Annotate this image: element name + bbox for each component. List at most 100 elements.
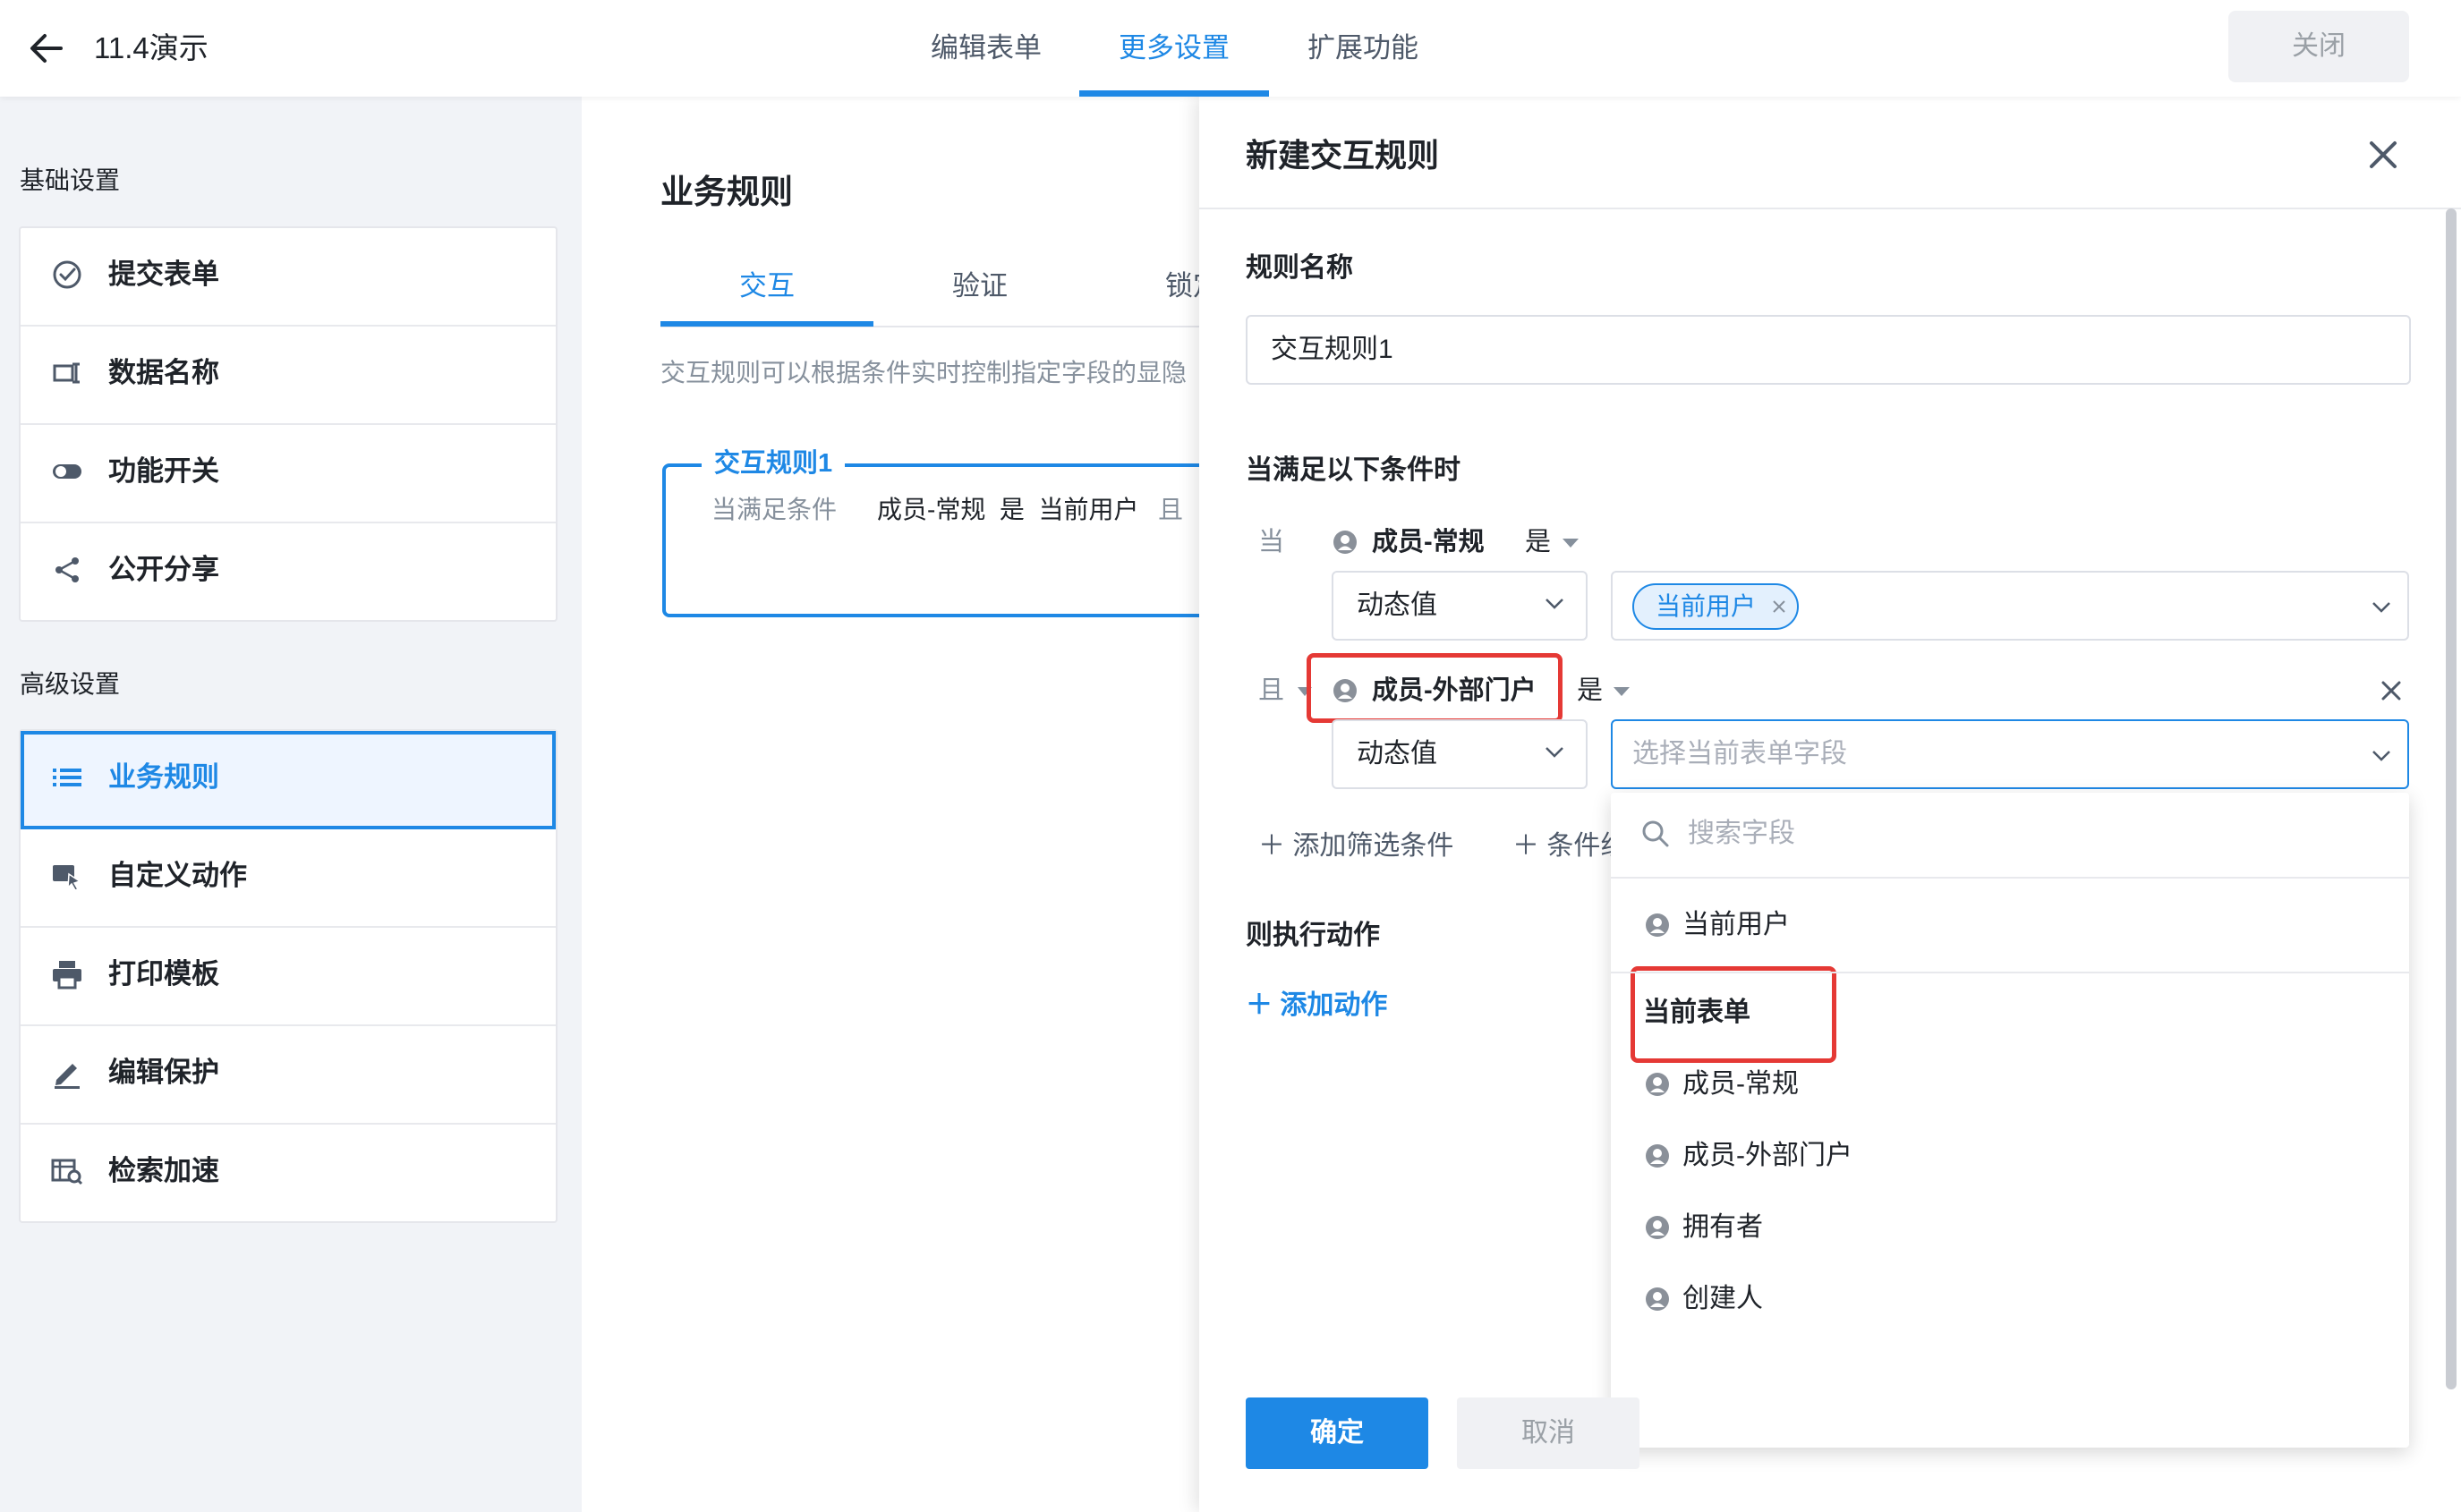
list-icon <box>51 761 83 794</box>
dropdown-item-label: 当前用户 <box>1682 910 1790 939</box>
value-type-select[interactable]: 动态值 <box>1332 571 1588 641</box>
value-type-text: 动态值 <box>1357 739 1437 769</box>
condition-field[interactable]: 成员-常规 <box>1372 522 1485 562</box>
cancel-button[interactable]: 取消 <box>1457 1397 1639 1469</box>
sidebar-item-print-template[interactable]: 打印模板 <box>21 928 556 1026</box>
person-icon <box>1645 1143 1670 1168</box>
active-tab-indicator <box>1079 90 1269 97</box>
tag-remove-icon[interactable] <box>1772 599 1786 614</box>
rule-card-and: 且 <box>1158 496 1184 523</box>
sidebar-item-label: 功能开关 <box>108 455 219 487</box>
sidebar-item-label: 打印模板 <box>108 958 219 990</box>
sidebar-item-label: 自定义动作 <box>108 860 247 891</box>
remove-condition-icon[interactable] <box>2380 680 2402 701</box>
condition-prefix: 且 <box>1258 676 1285 705</box>
caret-down-icon <box>1614 687 1630 696</box>
share-icon <box>51 554 83 586</box>
basic-settings-heading: 基础设置 <box>20 166 121 194</box>
dropdown-item-label: 拥有者 <box>1682 1212 1763 1242</box>
drawer-title: 新建交互规则 <box>1246 137 1440 174</box>
sidebar-item-label: 公开分享 <box>108 554 219 585</box>
tab-extensions[interactable]: 扩展功能 <box>1307 27 1418 70</box>
person-icon <box>1333 678 1358 703</box>
rule-card-condition: 成员-常规 是 当前用户 <box>877 496 1139 523</box>
value-type-select[interactable]: 动态值 <box>1332 719 1588 789</box>
add-action-button[interactable]: ＋ 添加动作 <box>1246 986 1387 1025</box>
rule-card-condition-label: 当满足条件 <box>711 496 838 523</box>
sidebar-item-label: 数据名称 <box>108 357 219 388</box>
check-circle-icon <box>51 259 83 291</box>
tab-lock[interactable]: 锁定 <box>1165 267 1199 306</box>
person-icon <box>1645 913 1670 938</box>
rule-card-title: 交互规则1 <box>702 444 846 483</box>
cursor-icon <box>51 860 83 892</box>
basic-settings-group: 提交表单 数据名称 功能开关 公开分享 <box>19 226 558 622</box>
tab-interaction[interactable]: 交互 <box>739 267 795 306</box>
sidebar-item-label: 业务规则 <box>108 761 219 793</box>
dropdown-item-label: 成员-外部门户 <box>1682 1141 1852 1170</box>
condition-value-select[interactable]: 选择当前表单字段 <box>1611 719 2409 789</box>
sidebar-item-data-name[interactable]: 数据名称 <box>21 327 556 425</box>
condition-prefix: 当 <box>1258 528 1285 556</box>
new-rule-drawer: 新建交互规则 规则名称 交互规则1 当满足以下条件时 当 成员-常规 是 动态值… <box>1199 97 2461 1512</box>
add-filter-button[interactable]: ＋ 添加筛选条件 <box>1258 827 1453 866</box>
condition-operator[interactable]: 是 <box>1577 671 1603 710</box>
section-label-text: 当前表单 <box>1643 998 1750 1027</box>
advanced-settings-heading: 高级设置 <box>20 670 121 698</box>
plus-icon: ＋ <box>1246 990 1273 1020</box>
sidebar-item-search-acceleration[interactable]: 检索加速 <box>21 1125 556 1221</box>
person-icon <box>1645 1215 1670 1240</box>
condition-operator[interactable]: 是 <box>1525 522 1551 562</box>
add-filter-label: 添加筛选条件 <box>1292 831 1454 861</box>
close-icon[interactable] <box>2363 134 2404 175</box>
add-action-label: 添加动作 <box>1280 990 1388 1020</box>
business-rules-panel: 业务规则 交互 验证 锁定 交互规则可以根据条件实时控制指定字段的显隐 交互规则… <box>582 97 1199 1512</box>
actions-label: 则执行动作 <box>1246 921 1380 950</box>
chevron-down-icon <box>1546 599 1563 609</box>
top-bar: 11.4演示 编辑表单 更多设置 扩展功能 关闭 <box>0 0 2461 97</box>
value-placeholder: 选择当前表单字段 <box>1632 739 1847 769</box>
tab-edit-form[interactable]: 编辑表单 <box>931 27 1042 70</box>
sidebar-item-custom-action[interactable]: 自定义动作 <box>21 829 556 928</box>
app-title: 11.4演示 <box>94 31 209 64</box>
dropdown-divider <box>1611 972 2409 973</box>
dropdown-divider <box>1611 877 2409 879</box>
field-dropdown: 搜索字段 当前用户 当前表单 成员-常规 成员-外部门户 拥有者 创建人 <box>1611 793 2409 1448</box>
conditions-label: 当满足以下条件时 <box>1246 455 1460 485</box>
advanced-settings-group: 业务规则 自定义动作 打印模板 编辑保护 检索加速 <box>19 729 558 1223</box>
back-arrow-icon[interactable] <box>25 29 68 68</box>
close-button[interactable]: 关闭 <box>2228 11 2409 82</box>
chevron-down-icon <box>2372 602 2390 613</box>
printer-icon <box>51 958 83 990</box>
sidebar-item-label: 提交表单 <box>108 259 219 290</box>
condition-field[interactable]: 成员-外部门户 <box>1372 671 1537 710</box>
confirm-button[interactable]: 确定 <box>1246 1397 1428 1469</box>
sidebar-item-submit-form[interactable]: 提交表单 <box>21 228 556 327</box>
rule-name-value: 交互规则1 <box>1271 335 1393 364</box>
dropdown-item-label: 成员-常规 <box>1682 1069 1799 1099</box>
sidebar-item-label: 编辑保护 <box>108 1057 219 1088</box>
drawer-header-divider <box>1199 208 2461 209</box>
chevron-down-icon <box>1546 747 1563 758</box>
person-icon <box>1645 1072 1670 1097</box>
toggle-icon <box>51 455 83 488</box>
sidebar-item-edit-protection[interactable]: 编辑保护 <box>21 1026 556 1125</box>
rule-name-input[interactable]: 交互规则1 <box>1246 315 2411 385</box>
tab-more-settings[interactable]: 更多设置 <box>1119 27 1230 70</box>
condition-value-select[interactable]: 当前用户 <box>1611 571 2409 641</box>
sidebar-item-public-share[interactable]: 公开分享 <box>21 523 556 620</box>
tab-validation[interactable]: 验证 <box>952 267 1008 306</box>
rule-card[interactable] <box>662 463 1199 617</box>
label-icon <box>51 357 83 389</box>
sidebar-item-feature-toggle[interactable]: 功能开关 <box>21 425 556 523</box>
person-icon <box>1333 530 1358 555</box>
dropdown-search-input[interactable]: 搜索字段 <box>1688 814 1795 854</box>
dropdown-item-label: 创建人 <box>1682 1284 1763 1313</box>
sidebar-item-business-rules[interactable]: 业务规则 <box>21 731 556 829</box>
value-type-text: 动态值 <box>1357 590 1437 620</box>
page-title: 业务规则 <box>660 174 793 210</box>
search-speed-icon <box>51 1155 83 1187</box>
drawer-scrollbar[interactable] <box>2446 208 2457 1389</box>
search-icon <box>1642 820 1669 847</box>
caret-down-icon <box>1563 539 1579 548</box>
